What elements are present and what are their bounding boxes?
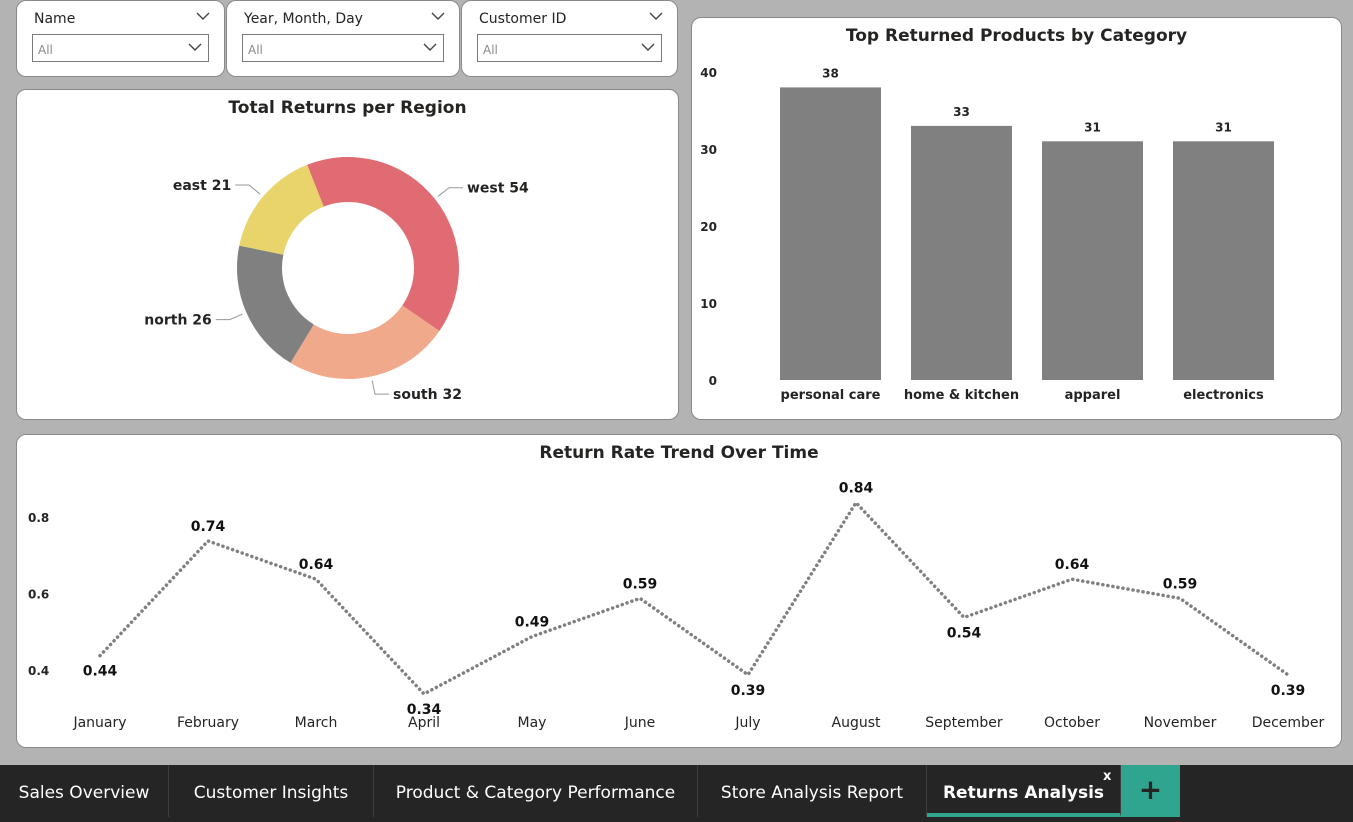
bar-value-label: 31 bbox=[1215, 120, 1232, 134]
line-value-label: 0.84 bbox=[839, 481, 874, 497]
bar-personal-care bbox=[780, 87, 881, 381]
tab-customer-insights[interactable]: Customer Insights bbox=[169, 765, 374, 817]
donut-chart: east 21 west 54 south 32 north 26 bbox=[144, 157, 529, 403]
line-y-tick: 0.8 bbox=[28, 511, 49, 525]
donut-slice-south bbox=[290, 305, 440, 379]
line-x-tick: April bbox=[408, 715, 440, 731]
close-icon[interactable]: x bbox=[1103, 769, 1111, 784]
bar-value-label: 31 bbox=[1084, 120, 1101, 134]
bar-value-label: 33 bbox=[953, 105, 970, 119]
bar-category-label: electronics bbox=[1183, 388, 1264, 403]
return-rate-trend-card[interactable]: Return Rate Trend Over Time 0.4 0.6 0.8 0.4… bbox=[16, 434, 1342, 748]
line-chart: 0.4 0.6 0.8 0.44 January 0.74 February 0.64 Marc… bbox=[28, 481, 1325, 731]
chevron-down-icon bbox=[188, 43, 202, 51]
line-series bbox=[98, 499, 1290, 697]
customer-id-dropdown[interactable]: All bbox=[477, 34, 662, 62]
bar-category-label: home & kitchen bbox=[904, 388, 1019, 403]
line-x-tick: July bbox=[734, 715, 760, 731]
line-y-tick: 0.4 bbox=[28, 664, 49, 678]
line-value-label: 0.39 bbox=[731, 683, 766, 699]
chevron-down-icon[interactable] bbox=[196, 10, 210, 22]
line-x-tick: June bbox=[624, 715, 656, 731]
line-x-tick: March bbox=[295, 715, 338, 731]
slicer-title-name: Name bbox=[34, 11, 76, 27]
tab-product-category-performance[interactable]: Product & Category Performance bbox=[374, 765, 698, 817]
line-value-label: 0.64 bbox=[299, 557, 334, 573]
donut-leader-west bbox=[437, 187, 463, 197]
date-dropdown[interactable]: All bbox=[242, 34, 444, 62]
line-x-tick: August bbox=[832, 715, 882, 731]
tab-sales-overview[interactable]: Sales Overview bbox=[0, 765, 169, 817]
dropdown-value: All bbox=[483, 43, 498, 57]
line-y-tick: 0.6 bbox=[28, 588, 49, 602]
name-slicer: Name All bbox=[16, 0, 225, 77]
line-value-label: 0.59 bbox=[623, 576, 658, 592]
tab-store-analysis-report[interactable]: Store Analysis Report bbox=[698, 765, 927, 817]
donut-label-north: north 26 bbox=[144, 313, 212, 329]
bar-category-label: apparel bbox=[1065, 388, 1121, 403]
line-x-tick: November bbox=[1144, 715, 1217, 731]
line-value-label: 0.54 bbox=[947, 625, 982, 641]
donut-label-east: east 21 bbox=[173, 178, 231, 194]
line-value-label: 0.59 bbox=[1163, 576, 1198, 592]
bar-chart: 0 10 20 30 40 38 personal care 33 home & kitchen… bbox=[700, 66, 1274, 403]
slicer-title-date: Year, Month, Day bbox=[244, 11, 363, 27]
donut-leader-east bbox=[235, 184, 261, 195]
bar-y-tick: 40 bbox=[700, 66, 717, 80]
line-x-tick: September bbox=[925, 715, 1003, 731]
returns-per-region-card[interactable]: Total Returns per Region east 21 west 54 s… bbox=[16, 89, 679, 420]
line-value-label: 0.44 bbox=[83, 664, 118, 680]
bar-electronics bbox=[1173, 141, 1274, 380]
chevron-down-icon[interactable] bbox=[649, 10, 663, 22]
chevron-down-icon bbox=[641, 43, 655, 51]
chevron-down-icon bbox=[423, 43, 437, 51]
donut-label-west: west 54 bbox=[467, 181, 529, 197]
bar-y-tick: 10 bbox=[700, 297, 717, 311]
bar-apparel bbox=[1042, 141, 1143, 380]
dropdown-value: All bbox=[38, 43, 53, 57]
chevron-down-icon[interactable] bbox=[431, 10, 445, 22]
line-x-tick: December bbox=[1252, 715, 1325, 731]
line-x-tick: October bbox=[1044, 715, 1100, 731]
line-x-tick: February bbox=[177, 715, 239, 731]
page-tab-bar: Sales Overview Customer Insights Product… bbox=[0, 765, 1353, 822]
bar-y-tick: 30 bbox=[700, 143, 717, 157]
dropdown-value: All bbox=[248, 43, 263, 57]
line-value-label: 0.49 bbox=[515, 615, 550, 631]
add-page-button[interactable]: + bbox=[1121, 765, 1180, 817]
line-x-tick: May bbox=[518, 715, 547, 731]
donut-slice-west bbox=[307, 157, 460, 332]
donut-leader-north bbox=[215, 313, 243, 321]
top-returned-products-card[interactable]: Top Returned Products by Category 0 10 20 3… bbox=[691, 17, 1342, 420]
date-slicer: Year, Month, Day All bbox=[226, 0, 460, 77]
bar-home-kitchen bbox=[911, 125, 1012, 381]
bar-category-label: personal care bbox=[781, 388, 881, 403]
slicer-title-customer-id: Customer ID bbox=[479, 11, 567, 27]
bar-y-tick: 20 bbox=[700, 220, 717, 234]
bar-value-label: 38 bbox=[822, 66, 839, 80]
line-x-tick: January bbox=[72, 715, 126, 731]
donut-leader-south bbox=[371, 380, 390, 395]
line-value-label: 0.39 bbox=[1271, 683, 1306, 699]
name-dropdown[interactable]: All bbox=[32, 34, 209, 62]
customer-id-slicer: Customer ID All bbox=[461, 0, 678, 77]
tab-returns-analysis[interactable]: Returns Analysis bbox=[927, 765, 1121, 817]
line-value-label: 0.64 bbox=[1055, 557, 1090, 573]
donut-label-south: south 32 bbox=[393, 387, 462, 403]
donut-slice-east bbox=[239, 164, 324, 255]
line-value-label: 0.74 bbox=[191, 519, 226, 535]
bar-y-tick: 0 bbox=[709, 374, 717, 388]
